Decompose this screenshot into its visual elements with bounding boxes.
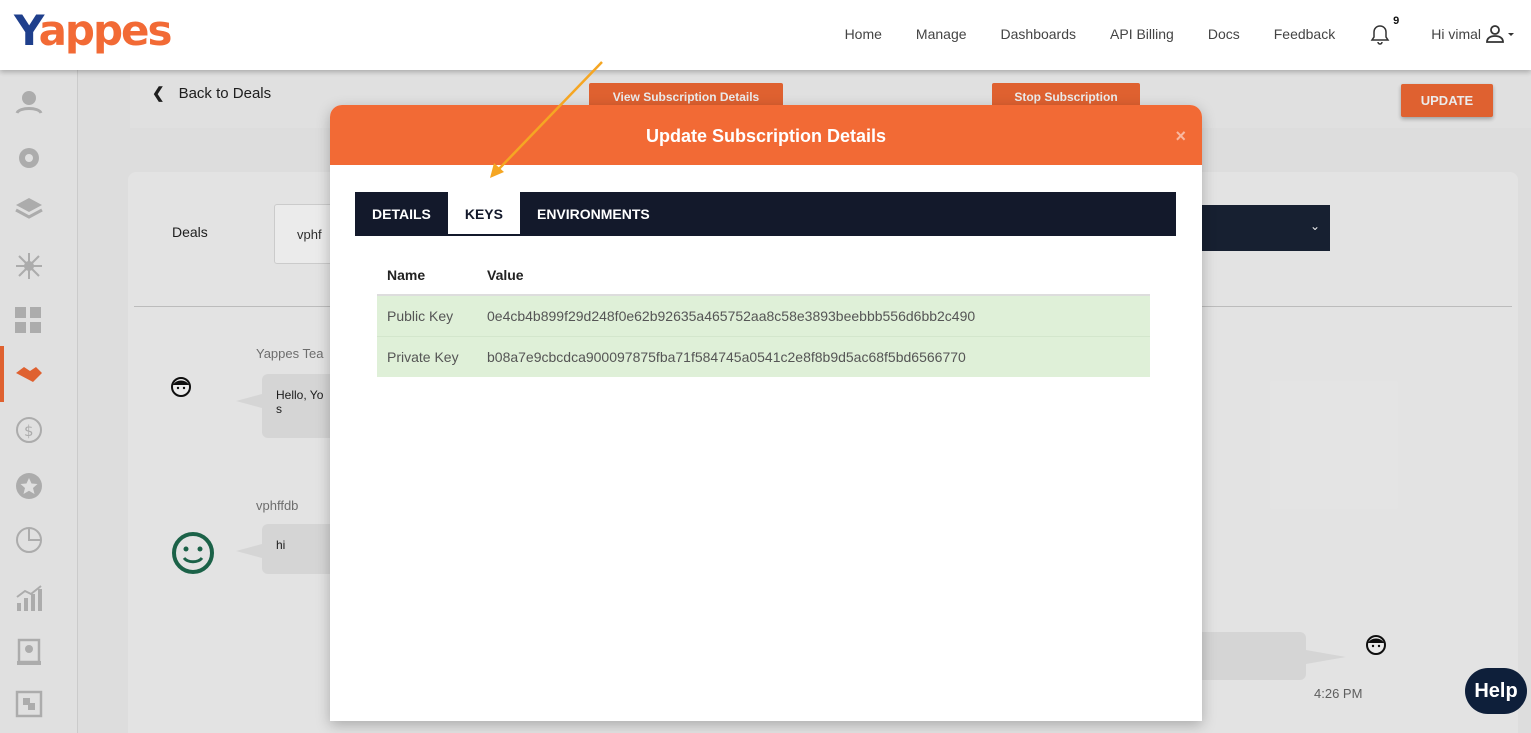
tab-environments[interactable]: ENVIRONMENTS (520, 192, 667, 236)
user-greeting: Hi vimal (1431, 26, 1481, 42)
key-name: Public Key (377, 294, 487, 336)
key-value[interactable]: b08a7e9cbcdca900097875fba71f584745a0541c… (487, 335, 1150, 377)
key-value[interactable]: 0e4cb4b899f29d248f0e62b92635a465752aa8c5… (487, 294, 1150, 336)
close-icon[interactable]: × (1175, 105, 1186, 167)
column-header-value: Value (487, 255, 1150, 296)
notification-bell-icon[interactable]: 9 (1369, 15, 1399, 45)
nav-manage[interactable]: Manage (916, 26, 967, 42)
nav-api-billing[interactable]: API Billing (1110, 26, 1174, 42)
top-header: Yappes Home Manage Dashboards API Billin… (0, 0, 1531, 70)
table-header-row: Name Value (377, 255, 1150, 296)
nav-home[interactable]: Home (845, 26, 882, 42)
user-icon (1486, 25, 1504, 43)
nav-docs[interactable]: Docs (1208, 26, 1240, 42)
annotation-arrow-icon (490, 61, 603, 178)
modal-tabs: DETAILS KEYS ENVIRONMENTS (355, 192, 1176, 236)
top-nav: Home Manage Dashboards API Billing Docs … (845, 0, 1531, 68)
update-subscription-modal: Update Subscription Details × DETAILS KE… (330, 105, 1202, 721)
modal-title: Update Subscription Details (645, 126, 887, 146)
help-button[interactable]: Help (1465, 668, 1527, 714)
table-row: Public Key 0e4cb4b899f29d248f0e62b92635a… (377, 294, 1150, 336)
user-menu[interactable]: Hi vimal (1431, 24, 1517, 44)
table-row: Private Key b08a7e9cbcdca900097875fba71f… (377, 335, 1150, 377)
keys-table: Name Value Public Key 0e4cb4b899f29d248f… (377, 255, 1150, 377)
tab-details[interactable]: DETAILS (355, 192, 448, 236)
yappes-logo[interactable]: Yappes (14, 6, 173, 55)
column-header-name: Name (377, 255, 487, 296)
tab-keys[interactable]: KEYS (447, 192, 520, 236)
notification-count: 9 (1393, 15, 1400, 27)
key-name: Private Key (377, 335, 487, 377)
caret-down-icon (1508, 33, 1514, 36)
nav-feedback[interactable]: Feedback (1274, 26, 1335, 42)
nav-dashboards[interactable]: Dashboards (1001, 26, 1077, 42)
modal-header: Update Subscription Details × (330, 105, 1202, 165)
